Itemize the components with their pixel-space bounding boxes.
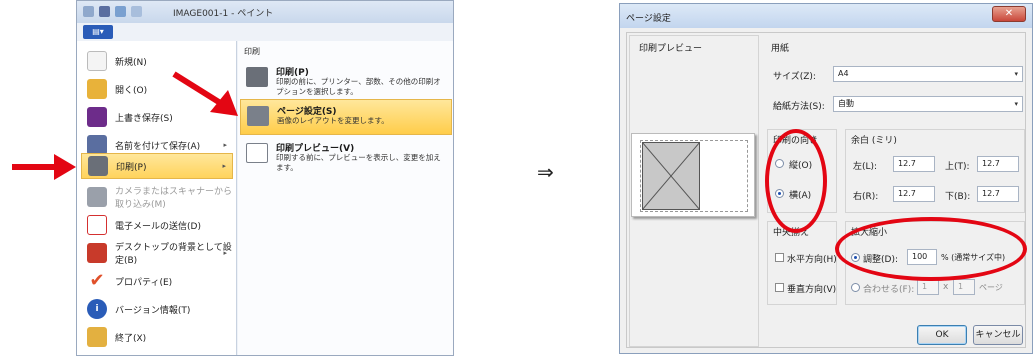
paper-group-label: 用紙 (771, 44, 790, 54)
bottom-margin-input[interactable]: 12.7 (977, 186, 1019, 202)
fit-y-input[interactable]: 1 (953, 279, 975, 295)
file-menu-button[interactable]: ▤▾ (83, 25, 113, 39)
info-icon: i (87, 299, 107, 319)
size-combobox[interactable]: A4 ▾ (833, 66, 1023, 82)
submenu-arrow-icon: ▸ (223, 141, 227, 149)
paint-window: IMAGE001-1 - ペイント ▤▾ 新規(N) 開く(O) 上書き保存(S… (76, 0, 454, 356)
dialog-body: 印刷プレビュー 用紙 サイズ(Z): A4 ▾ 給紙方法(S): 自動 ▾ 印刷… (626, 32, 1027, 348)
horizontal-checkbox[interactable] (775, 253, 784, 262)
feed-value: 自動 (838, 99, 854, 108)
app-icon (83, 6, 94, 17)
size-value: A4 (838, 69, 849, 78)
preview-page (631, 133, 755, 217)
close-button[interactable]: ✕ (992, 6, 1026, 22)
feed-combobox[interactable]: 自動 ▾ (833, 96, 1023, 112)
menu-item-print[interactable]: 印刷(P) ▸ (81, 153, 233, 179)
feed-label: 給紙方法(S): (773, 102, 825, 112)
dialog-title-bar: ページ設定 (620, 4, 1032, 28)
exit-icon (87, 327, 107, 347)
menu-item-email[interactable]: 電子メールの送信(D) (81, 211, 233, 239)
submenu-arrow-icon: ▸ (222, 162, 226, 170)
horizontal-label: 水平方向(H) (787, 255, 837, 265)
submenu-header: 印刷 (244, 47, 260, 56)
right-margin-label: 右(R): (853, 192, 879, 202)
print-preview-icon (246, 143, 268, 163)
window-title: IMAGE001-1 - ペイント (173, 9, 274, 19)
menu-item-label: 電子メールの送信(D) (115, 221, 201, 232)
menu-item-about[interactable]: i バージョン情報(T) (81, 295, 233, 323)
redo-icon[interactable] (131, 6, 142, 17)
submenu-arrow-icon: ▸ (223, 249, 227, 257)
preview-label: 印刷プレビュー (639, 44, 703, 54)
submenu-item-print-preview[interactable]: 印刷プレビュー(V) 印刷する前に、プレビューを表示し、変更を加えます。 (240, 137, 452, 173)
page-setup-dialog: ページ設定 ✕ 印刷プレビュー 用紙 サイズ(Z): A4 ▾ 給紙方法(S):… (619, 3, 1033, 354)
left-margin-label: 左(L): (853, 162, 878, 172)
chevron-down-icon: ▾ (1014, 100, 1018, 108)
menu-item-label: デスクトップの背景として設定(B) (115, 243, 232, 266)
ok-button[interactable]: OK (917, 325, 967, 345)
save-quick-icon[interactable] (99, 6, 110, 17)
fit-label: 合わせる(F): (863, 285, 915, 295)
menu-item-label: 上書き保存(S) (115, 113, 173, 124)
menu-item-label: 印刷(P) (116, 162, 147, 173)
fit-suffix: ページ (979, 283, 1003, 292)
annotation-oval-scale (835, 217, 1027, 281)
menu-item-label: 終了(X) (115, 333, 147, 344)
menu-item-label: プロパティ(E) (115, 277, 173, 288)
undo-icon[interactable] (115, 6, 126, 17)
desktop-icon (87, 243, 107, 263)
margins-label: 余白 (ミリ) (851, 136, 897, 146)
paint-title-bar: IMAGE001-1 - ペイント (77, 1, 453, 23)
printer-icon (88, 156, 108, 176)
page-setup-icon (247, 106, 269, 126)
menu-item-label: バージョン情報(T) (115, 305, 191, 316)
fit-separator: x (943, 282, 949, 292)
save-as-icon (87, 135, 107, 155)
menu-item-label: 名前を付けて保存(A) (115, 141, 201, 152)
menu-item-exit[interactable]: 終了(X) (81, 323, 233, 351)
submenu-item-desc: 印刷の前に、プリンター、部数、その他の印刷オプションを選択します。 (276, 77, 441, 96)
left-margin-input[interactable]: 12.7 (893, 156, 935, 172)
printer-icon (246, 67, 268, 87)
scanner-icon (87, 187, 107, 207)
vertical-checkbox[interactable] (775, 283, 784, 292)
implies-symbol: ⇒ (537, 160, 554, 184)
preview-image (642, 142, 700, 210)
menu-item-desktop-background[interactable]: デスクトップの背景として設定(B) ▸ (81, 239, 233, 267)
checkmark-icon: ✔ (89, 270, 105, 291)
size-label: サイズ(Z): (773, 72, 816, 82)
cancel-button[interactable]: キャンセル (973, 325, 1023, 345)
bottom-margin-label: 下(B): (945, 192, 971, 202)
fit-radio[interactable] (851, 283, 860, 292)
annotation-oval-orientation (765, 129, 827, 233)
top-margin-label: 上(T): (945, 162, 970, 172)
menu-item-label: 開く(O) (115, 85, 148, 96)
menu-item-scanner[interactable]: カメラまたはスキャナーから取り込み(M) (81, 183, 233, 211)
submenu-item-page-setup[interactable]: ページ設定(S) 画像のレイアウトを変更します。 (240, 99, 452, 135)
menu-item-properties[interactable]: ✔ プロパティ(E) (81, 267, 233, 295)
top-margin-input[interactable]: 12.7 (977, 156, 1019, 172)
save-disk-icon (87, 107, 107, 127)
menu-item-label: カメラまたはスキャナーから取り込み(M) (115, 187, 233, 210)
chevron-down-icon: ▾ (1014, 70, 1018, 78)
submenu-item-desc: 印刷する前に、プレビューを表示し、変更を加えます。 (276, 153, 441, 172)
print-submenu: 印刷 印刷(P) 印刷の前に、プリンター、部数、その他の印刷オプションを選択しま… (238, 41, 453, 355)
submenu-item-print[interactable]: 印刷(P) 印刷の前に、プリンター、部数、その他の印刷オプションを選択します。 (240, 61, 452, 97)
new-document-icon (87, 51, 107, 71)
red-arrow-print (12, 154, 76, 180)
right-margin-input[interactable]: 12.7 (893, 186, 935, 202)
email-icon (87, 215, 107, 235)
open-folder-icon (87, 79, 107, 99)
fit-x-input[interactable]: 1 (917, 279, 939, 295)
vertical-label: 垂直方向(V) (787, 285, 837, 295)
dialog-title: ページ設定 (626, 14, 671, 24)
red-arrow-page-setup (172, 71, 238, 116)
menu-item-label: 新規(N) (115, 57, 147, 68)
submenu-item-desc: 画像のレイアウトを変更します。 (277, 116, 389, 125)
